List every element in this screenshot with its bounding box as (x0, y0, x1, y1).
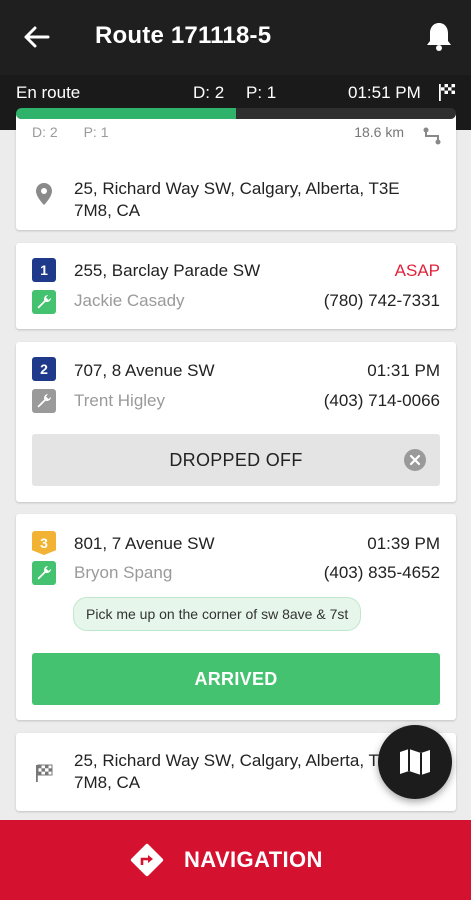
stop-time: ASAP (394, 261, 440, 280)
stop-street: 801, 7 Avenue SW (74, 534, 215, 553)
stop-street: 707, 8 Avenue SW (74, 361, 215, 380)
bell-icon[interactable] (424, 20, 454, 52)
stop-card[interactable]: 1 255, Barclay Parade SW ASAP Jackie Cas… (16, 243, 456, 329)
start-pickups: P: 1 (83, 124, 109, 140)
clear-status-icon[interactable] (404, 449, 426, 471)
route-state: En route (16, 83, 81, 102)
stop-number-badge: 3 (32, 531, 56, 555)
stop-phone[interactable]: (780) 742-7331 (324, 291, 440, 311)
checkered-flag-icon (34, 763, 54, 783)
map-icon (400, 749, 430, 775)
wrench-icon (32, 290, 56, 314)
route-icon (422, 126, 442, 146)
stop-street: 255, Barclay Parade SW (74, 261, 261, 280)
route-distance: 18.6 km (354, 124, 404, 140)
route-progress-bar (16, 108, 456, 119)
stop-note: Pick me up on the corner of sw 8ave & 7s… (73, 597, 362, 631)
stop-card[interactable]: 2 707, 8 Avenue SW 01:31 PM Trent Higley… (16, 342, 456, 502)
dropped-off-label: DROPPED OFF (169, 449, 303, 470)
stop-time: 01:39 PM (367, 534, 440, 553)
start-location-card[interactable]: D: 2 P: 1 18.6 km 25, Richard Way SW, Ca… (16, 112, 456, 230)
app-bar: Route 171118-5 (0, 0, 471, 75)
dropped-off-status[interactable]: DROPPED OFF (32, 434, 440, 486)
deliveries-count: D: 2 (193, 83, 225, 102)
eta-time: 01:51 PM (348, 83, 421, 102)
stop-number-badge: 1 (32, 258, 56, 282)
arrived-button[interactable]: ARRIVED (32, 653, 440, 705)
stop-phone[interactable]: (403) 835-4652 (324, 563, 440, 583)
navigation-button[interactable]: NAVIGATION (0, 820, 471, 900)
back-arrow-icon[interactable] (22, 22, 52, 52)
wrench-icon (32, 389, 56, 413)
stop-contact-name: Bryon Spang (74, 563, 173, 582)
route-progress-fill (16, 108, 236, 119)
stop-card[interactable]: 3 801, 7 Avenue SW 01:39 PM Bryon Spang … (16, 514, 456, 720)
stop-phone[interactable]: (403) 714-0066 (324, 391, 440, 411)
stop-contact-name: Trent Higley (74, 391, 166, 410)
stop-number-badge: 2 (32, 357, 56, 381)
pickups-count: P: 1 (246, 83, 277, 102)
start-deliveries: D: 2 (32, 124, 58, 140)
directions-icon (128, 841, 166, 879)
page-title: Route 171118-5 (95, 22, 272, 49)
checkered-flag-icon (437, 82, 457, 102)
location-pin-icon (34, 182, 54, 206)
map-button[interactable] (378, 725, 452, 799)
start-address: 25, Richard Way SW, Calgary, Alberta, T3… (74, 179, 400, 220)
navigation-label: NAVIGATION (184, 847, 323, 872)
stop-contact-name: Jackie Casady (74, 291, 185, 310)
wrench-icon (32, 561, 56, 585)
stop-time: 01:31 PM (367, 361, 440, 380)
